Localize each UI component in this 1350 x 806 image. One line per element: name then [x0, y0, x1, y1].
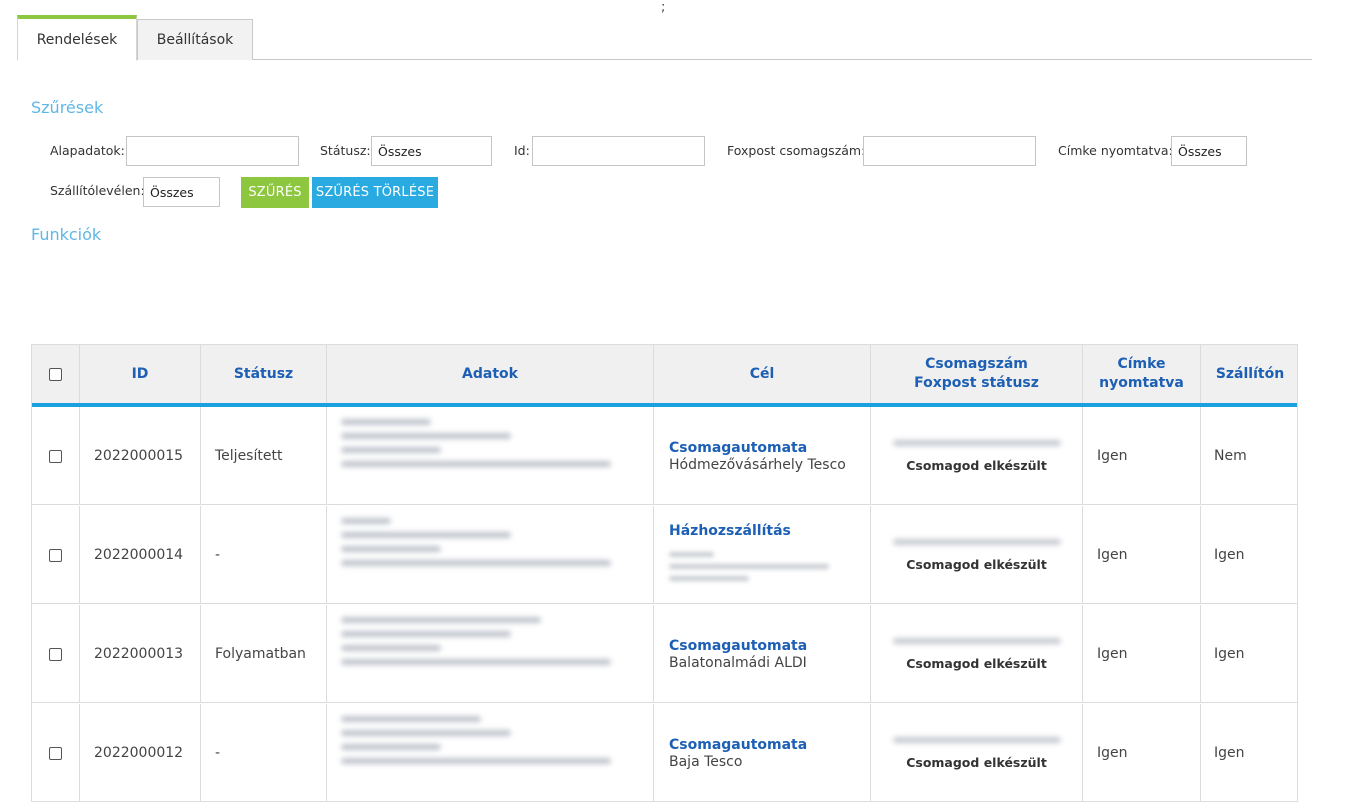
row-id: 2022000014 [80, 506, 201, 604]
row-status: Teljesített [201, 407, 327, 505]
filters-title: Szűrések [31, 98, 104, 117]
row-package: Csomagod elkészült [871, 407, 1083, 505]
row-select-cell [32, 704, 80, 802]
filter-button[interactable]: SZŰRÉS [241, 177, 309, 208]
row-checkbox[interactable] [49, 746, 62, 760]
blurred-customer-data [333, 609, 623, 699]
foxpost-input[interactable] [863, 136, 1036, 166]
target-type-link[interactable]: Csomagautomata [669, 737, 807, 753]
row-id: 2022000013 [80, 605, 201, 703]
target-type-link[interactable]: Csomagautomata [669, 638, 807, 654]
row-shipped: Igen [1214, 745, 1245, 761]
blurred-address [669, 545, 829, 588]
tab-bar: Rendelések Beállítások [17, 15, 1312, 61]
target-location: Baja Tesco [669, 753, 743, 770]
target-type-link[interactable]: Csomagautomata [669, 440, 807, 456]
tab-rendelesek[interactable]: Rendelések [17, 15, 137, 61]
row-select-cell [32, 506, 80, 604]
tab-beallitasok[interactable]: Beállítások [137, 19, 253, 60]
header-data[interactable]: Adatok [327, 345, 654, 403]
blurred-package-number [892, 637, 1061, 644]
row-target: Csomagautomata Baja Tesco [654, 704, 871, 802]
blurred-customer-data [333, 708, 623, 798]
row-checkbox[interactable] [49, 647, 62, 661]
header-package-line2: Foxpost státusz [914, 375, 1039, 391]
row-checkbox[interactable] [49, 548, 62, 562]
header-label-line2: nyomtatva [1099, 375, 1184, 391]
target-location: Balatonalmádi ALDI [669, 654, 807, 671]
row-select-cell [32, 407, 80, 505]
foxpost-status: Csomagod elkészült [906, 556, 1047, 572]
blurred-package-number [892, 439, 1061, 446]
row-status: - [201, 506, 327, 604]
header-package-line1: Csomagszám [925, 356, 1028, 372]
functions-title: Funkciók [31, 225, 102, 244]
table-header: ID Státusz Adatok Cél Csomagszám Foxpost… [32, 345, 1297, 407]
statusz-select[interactable]: Összes [371, 136, 492, 166]
row-shipped: Igen [1214, 646, 1245, 662]
row-checkbox[interactable] [49, 449, 62, 463]
stray-character: ; [661, 0, 666, 15]
orders-table: ID Státusz Adatok Cél Csomagszám Foxpost… [31, 344, 1298, 802]
header-label-printed[interactable]: Címke nyomtatva [1083, 345, 1201, 403]
row-status: - [201, 704, 327, 802]
row-label-printed: Igen [1083, 506, 1201, 604]
row-label-printed: Igen [1083, 407, 1201, 505]
blurred-package-number [892, 736, 1061, 743]
cimke-label: Címke nyomtatva: [1058, 143, 1173, 158]
foxpost-status: Csomagod elkészült [906, 457, 1047, 473]
alapadatok-label: Alapadatok: [50, 143, 125, 158]
row-id: 2022000012 [80, 704, 201, 802]
row-label-printed: Igen [1083, 605, 1201, 703]
row-package: Csomagod elkészült [871, 704, 1083, 802]
header-package[interactable]: Csomagszám Foxpost státusz [871, 345, 1083, 403]
row-status: Folyamatban [201, 605, 327, 703]
alapadatok-input[interactable] [126, 136, 299, 166]
header-target[interactable]: Cél [654, 345, 871, 403]
header-status[interactable]: Státusz [201, 345, 327, 403]
row-shipped: Igen [1214, 547, 1245, 563]
row-target: Házhozszállítás [654, 506, 871, 604]
statusz-label: Státusz: [320, 143, 371, 158]
row-id: 2022000015 [80, 407, 201, 505]
table-row: 2022000014 - Házhozszállítás Csomagod el… [32, 506, 1297, 604]
szallito-label: Szállítólevélen: [50, 183, 145, 198]
select-all-checkbox[interactable] [49, 367, 62, 381]
target-location: Hódmezővásárhely Tesco [669, 456, 846, 473]
table-row: 2022000013 Folyamatban Csomagautomata Ba… [32, 605, 1297, 703]
foxpost-status: Csomagod elkészült [906, 754, 1047, 770]
header-label-line1: Címke [1117, 356, 1166, 372]
row-target: Csomagautomata Hódmezővásárhely Tesco [654, 407, 871, 505]
select-all-cell [32, 345, 80, 403]
foxpost-status: Csomagod elkészült [906, 655, 1047, 671]
row-select-cell [32, 605, 80, 703]
blurred-customer-data [333, 411, 623, 501]
szallito-select[interactable]: Összes [143, 177, 220, 207]
clear-filter-button[interactable]: SZŰRÉS TÖRLÉSE [312, 177, 438, 208]
header-shipped[interactable]: Szállítón [1201, 345, 1299, 403]
table-row: 2022000015 Teljesített Csomagautomata Hó… [32, 407, 1297, 505]
target-type-link[interactable]: Házhozszállítás [669, 523, 791, 539]
row-shipped: Nem [1214, 448, 1247, 464]
table-row: 2022000012 - Csomagautomata Baja Tesco C… [32, 704, 1297, 802]
header-id[interactable]: ID [80, 345, 201, 403]
row-data-blurred [327, 704, 654, 802]
row-data-blurred [327, 605, 654, 703]
row-package: Csomagod elkészült [871, 506, 1083, 604]
row-data-blurred [327, 407, 654, 505]
id-label: Id: [514, 143, 530, 158]
id-input[interactable] [532, 136, 705, 166]
foxpost-label: Foxpost csomagszám: [727, 143, 866, 158]
blurred-package-number [892, 538, 1061, 545]
cimke-select[interactable]: Összes [1171, 136, 1247, 166]
row-target: Csomagautomata Balatonalmádi ALDI [654, 605, 871, 703]
blurred-customer-data [333, 510, 623, 600]
row-package: Csomagod elkészült [871, 605, 1083, 703]
row-data-blurred [327, 506, 654, 604]
row-label-printed: Igen [1083, 704, 1201, 802]
